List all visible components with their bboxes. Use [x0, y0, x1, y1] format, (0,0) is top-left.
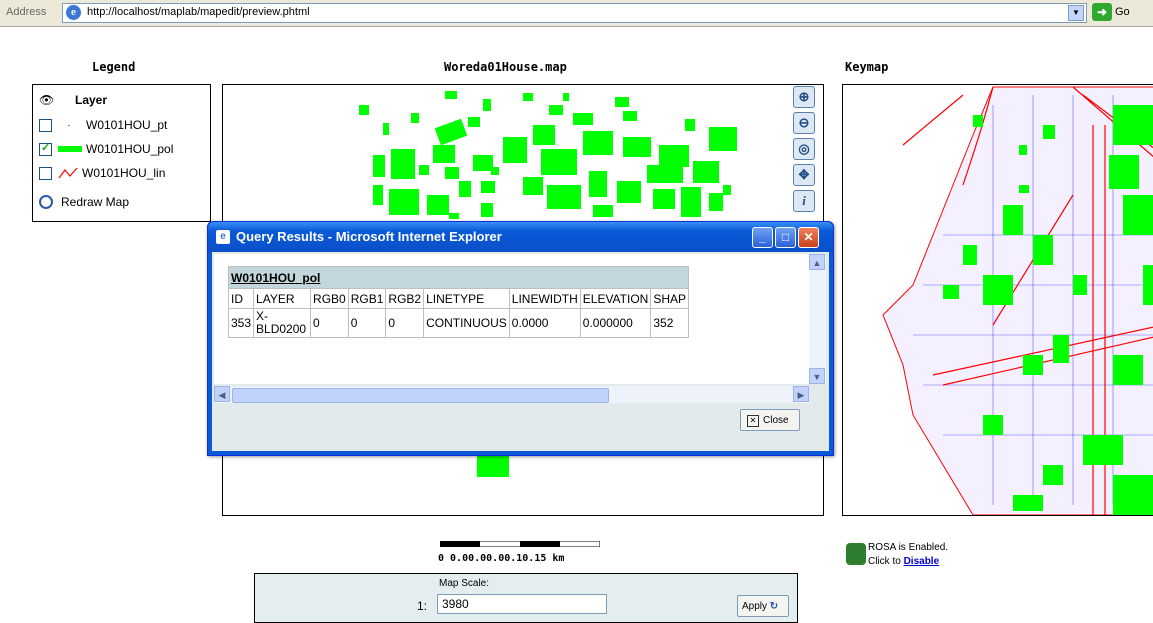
redraw-map-label: Redraw Map [61, 195, 130, 209]
close-button[interactable]: ✕ Close [740, 409, 800, 431]
maximize-button[interactable]: □ [775, 227, 796, 248]
legend-header-label: Layer [75, 93, 108, 107]
table-cell: 0.0000 [508, 308, 581, 338]
apply-button-label: Apply [742, 601, 768, 612]
table-row: 353 X-BLD0200 0 0 0 CONTINUOUS 0.0000 0.… [227, 308, 690, 338]
info-icon[interactable]: i [793, 190, 815, 212]
window-body: W0101HOU_pol ID LAYER RGB0 RGB1 RGB2 LIN… [212, 252, 829, 451]
close-icon: ✕ [747, 415, 759, 427]
table-cell: CONTINUOUS [423, 308, 510, 338]
map-toolbar: ⊕ ⊖ ◎ ✥ i [793, 86, 817, 216]
close-window-button[interactable]: ✕ [798, 227, 819, 248]
keymap-canvas[interactable] [842, 84, 1153, 516]
address-bar: Address e http://localhost/maplab/mapedi… [0, 0, 1153, 27]
close-button-label: Close [763, 415, 789, 426]
ie-page-icon: e [66, 5, 81, 20]
table-cell: X-BLD0200 [253, 308, 312, 338]
column-header: LINEWIDTH [508, 288, 581, 309]
scroll-up-icon[interactable]: ▲ [809, 254, 825, 270]
zoom-out-icon[interactable]: ⊖ [793, 112, 815, 134]
minimize-button[interactable]: _ [752, 227, 773, 248]
keymap-features [882, 86, 1153, 515]
layer-checkbox-lin[interactable] [39, 166, 52, 180]
ie-window-icon: e [216, 230, 230, 244]
window-title: Query Results - Microsoft Internet Explo… [236, 229, 502, 244]
zoom-in-icon[interactable]: ⊕ [793, 86, 815, 108]
address-input[interactable]: e http://localhost/maplab/mapedit/previe… [62, 3, 1087, 23]
legend-item-label: W0101HOU_pt [86, 118, 168, 132]
chevron-down-icon[interactable]: ▼ [1068, 5, 1084, 21]
eye-icon: 👁 [39, 93, 55, 107]
legend-title: Legend [92, 60, 136, 74]
map-scale-prefix: 1: [417, 599, 428, 613]
map-title: Woreda01House.map [444, 60, 567, 74]
rosa-icon [846, 543, 866, 565]
zoom-full-icon[interactable]: ◎ [793, 138, 815, 160]
line-swatch-icon [58, 167, 78, 179]
legend-item-pt: · W0101HOU_pt [39, 116, 167, 134]
results-layer-name: W0101HOU_pol [227, 266, 690, 289]
column-header: LAYER [253, 288, 312, 309]
legend-item-pol: W0101HOU_pol [39, 140, 173, 158]
layer-checkbox-pt[interactable] [39, 118, 52, 132]
apply-button[interactable]: Apply ↻ [737, 595, 789, 617]
polygon-swatch-icon [58, 146, 82, 152]
results-table: W0101HOU_pol ID LAYER RGB0 RGB1 RGB2 LIN… [227, 266, 690, 338]
column-header: RGB2 [385, 288, 425, 309]
scroll-thumb[interactable] [232, 388, 609, 403]
window-titlebar[interactable]: e Query Results - Microsoft Internet Exp… [208, 222, 833, 252]
table-cell: 352 [650, 308, 690, 338]
rosa-toggle-line: Click to Disable [868, 556, 939, 567]
column-header: ID [227, 288, 255, 309]
refresh-icon [39, 195, 53, 209]
map-scale-form: Map Scale: 1: Apply ↻ [254, 573, 798, 623]
table-cell: 0 [385, 308, 425, 338]
column-header: LINETYPE [423, 288, 510, 309]
scale-bar-label: 0 0.00.00.00.10.15 km [438, 553, 565, 564]
column-header: SHAP [650, 288, 690, 309]
legend-panel: 👁 Layer · W0101HOU_pt W0101HOU_pol W0101… [32, 84, 211, 222]
rosa-toggle-prefix: Click to [868, 556, 901, 567]
pan-icon[interactable]: ✥ [793, 164, 815, 186]
redraw-map-button[interactable]: Redraw Map [39, 193, 129, 211]
map-scale-label: Map Scale: [439, 578, 490, 589]
legend-item-label: W0101HOU_lin [82, 166, 166, 180]
layer-checkbox-pol[interactable] [39, 141, 52, 156]
query-results-window: e Query Results - Microsoft Internet Exp… [207, 221, 834, 456]
table-header-row: ID LAYER RGB0 RGB1 RGB2 LINETYPE LINEWID… [227, 288, 690, 309]
map-scale-input[interactable] [437, 594, 607, 614]
refresh-icon: ↻ [769, 601, 779, 612]
legend-item-lin: W0101HOU_lin [39, 164, 165, 182]
table-cell: 353 [227, 308, 255, 338]
scale-bar [440, 541, 600, 547]
column-header: RGB0 [310, 288, 349, 309]
address-label: Address [6, 6, 47, 18]
scroll-left-icon[interactable]: ◀ [214, 386, 230, 402]
vertical-scrollbar[interactable]: ▲ ▼ [809, 254, 826, 384]
address-url: http://localhost/maplab/mapedit/preview.… [87, 6, 310, 18]
column-header: RGB1 [347, 288, 387, 309]
table-cell: 0.000000 [579, 308, 652, 338]
table-cell: 0 [310, 308, 349, 338]
rosa-status: ROSA is Enabled. [868, 542, 949, 553]
go-button[interactable]: Go [1115, 6, 1130, 18]
table-cell: 0 [347, 308, 387, 338]
legend-header: 👁 Layer [39, 91, 107, 109]
go-arrow-icon[interactable]: ➜ [1092, 3, 1112, 21]
rosa-disable-link[interactable]: Disable [904, 556, 940, 567]
legend-item-label: W0101HOU_pol [86, 142, 174, 156]
column-header: ELEVATION [579, 288, 652, 309]
results-pane: W0101HOU_pol ID LAYER RGB0 RGB1 RGB2 LIN… [214, 254, 809, 384]
horizontal-scrollbar[interactable]: ◀ ▶ [214, 386, 809, 403]
scroll-down-icon[interactable]: ▼ [809, 368, 825, 384]
keymap-title: Keymap [845, 60, 889, 74]
point-swatch-icon: · [67, 119, 71, 131]
scroll-right-icon[interactable]: ▶ [793, 386, 809, 402]
